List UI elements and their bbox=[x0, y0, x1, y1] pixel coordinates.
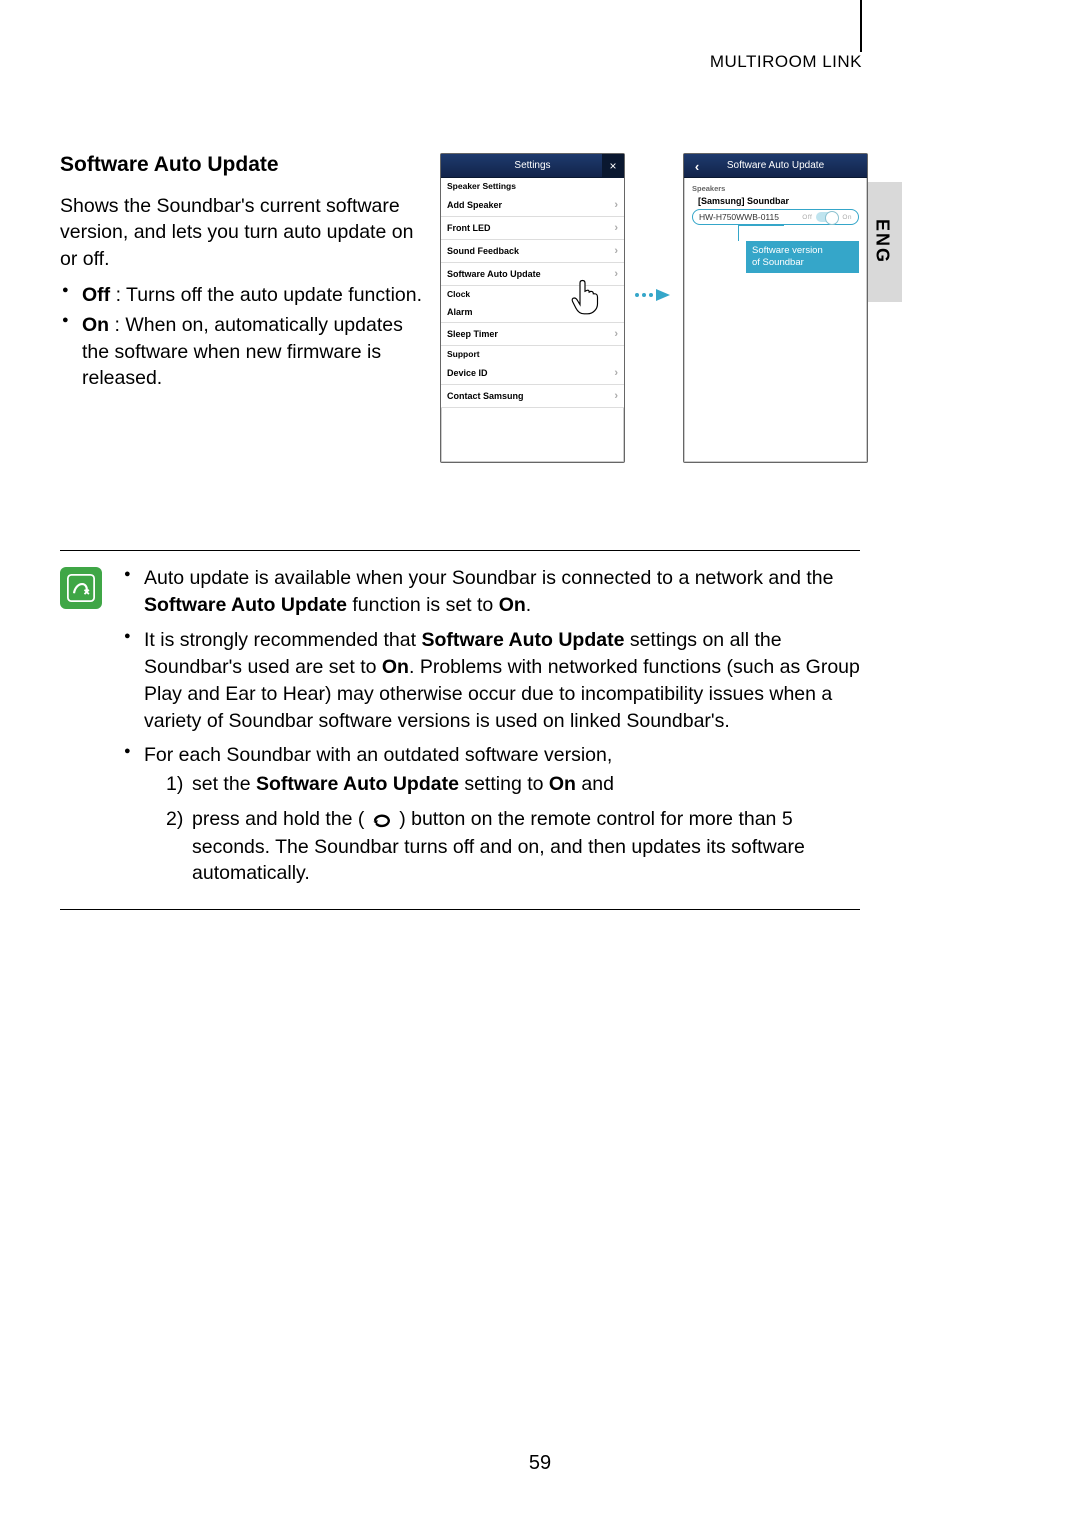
note-bold: Software Auto Update bbox=[144, 594, 347, 616]
arrow-right-icon bbox=[633, 283, 675, 307]
row-label: Front LED bbox=[447, 223, 491, 233]
note-sub-2: 2)press and hold the ( ) button on the r… bbox=[166, 806, 860, 887]
sau-device-name: [Samsung] Soundbar bbox=[688, 195, 863, 207]
chevron-right-icon: › bbox=[614, 268, 618, 280]
callout-box: Software version of Soundbar bbox=[746, 241, 859, 273]
row-sound-feedback[interactable]: Sound Feedback › bbox=[441, 240, 624, 263]
note-text: function is set to bbox=[347, 594, 499, 616]
language-tab: ENG bbox=[862, 182, 902, 302]
row-front-led[interactable]: Front LED › bbox=[441, 217, 624, 240]
toggle-off-label: Off bbox=[802, 214, 812, 221]
back-icon[interactable]: ‹ bbox=[688, 154, 706, 178]
row-device-id[interactable]: Device ID › bbox=[441, 362, 624, 385]
row-label: Software Auto Update bbox=[447, 269, 541, 279]
header-right-border bbox=[860, 0, 862, 52]
row-label: Alarm bbox=[447, 307, 473, 317]
bullet-on-label: On bbox=[82, 314, 109, 336]
chevron-right-icon: › bbox=[614, 328, 618, 340]
row-label: Contact Samsung bbox=[447, 391, 524, 401]
note-item-1: Auto update is available when your Sound… bbox=[122, 565, 860, 619]
note-bold: On bbox=[382, 656, 409, 678]
row-label: Device ID bbox=[447, 368, 488, 378]
note-text: press and hold the ( bbox=[192, 808, 370, 830]
repeat-icon bbox=[370, 807, 394, 834]
sau-header: ‹ Software Auto Update bbox=[684, 154, 867, 178]
note-sub-1: 1) set the Software Auto Update setting t… bbox=[166, 771, 860, 798]
row-sleep-timer[interactable]: Sleep Timer › bbox=[441, 323, 624, 346]
step-number: 2) bbox=[166, 806, 183, 833]
settings-section-speaker: Speaker Settings bbox=[441, 178, 624, 194]
note-text: For each Soundbar with an outdated softw… bbox=[144, 744, 612, 766]
note-text: and bbox=[576, 773, 614, 795]
note-icon bbox=[60, 567, 102, 609]
section-description: Shows the Soundbar's current software ve… bbox=[60, 193, 430, 272]
note-text: It is strongly recommended that bbox=[144, 629, 421, 651]
bullet-off-text: : Turns off the auto update function. bbox=[110, 284, 422, 306]
sau-title: Software Auto Update bbox=[727, 160, 824, 171]
settings-title: Settings bbox=[514, 160, 550, 171]
row-add-speaker[interactable]: Add Speaker › bbox=[441, 194, 624, 217]
bullet-off: Off : Turns off the auto update function… bbox=[60, 282, 430, 308]
note-item-3: For each Soundbar with an outdated softw… bbox=[122, 742, 860, 887]
note-item-2: It is strongly recommended that Software… bbox=[122, 627, 860, 735]
speakers-label: Speakers bbox=[692, 184, 859, 193]
callout-line2: of Soundbar bbox=[752, 257, 853, 269]
chevron-right-icon: › bbox=[614, 245, 618, 257]
note-box: Auto update is available when your Sound… bbox=[60, 550, 860, 910]
note-text: . bbox=[526, 594, 531, 616]
note-bold: Software Auto Update bbox=[256, 773, 459, 795]
note-bold: On bbox=[549, 773, 576, 795]
chevron-right-icon: › bbox=[614, 222, 618, 234]
software-auto-update-screen: ‹ Software Auto Update Speakers [Samsung… bbox=[683, 153, 868, 463]
toggle-switch[interactable] bbox=[816, 212, 838, 222]
row-label: Add Speaker bbox=[447, 200, 502, 210]
hand-pointer-icon bbox=[568, 278, 602, 318]
note-text: Auto update is available when your Sound… bbox=[144, 567, 833, 589]
settings-header: Settings × bbox=[441, 154, 624, 178]
chevron-right-icon: › bbox=[614, 199, 618, 211]
chevron-right-icon: › bbox=[614, 390, 618, 402]
row-contact-samsung[interactable]: Contact Samsung › bbox=[441, 385, 624, 408]
sau-version-text: HW-H750WWB-0115 bbox=[699, 212, 779, 222]
note-text: set the bbox=[192, 773, 256, 795]
section-header: MULTIROOM LINK bbox=[60, 52, 862, 78]
language-tab-label: ENG bbox=[872, 219, 893, 264]
row-label: Sleep Timer bbox=[447, 329, 498, 339]
toggle-on-label: On bbox=[842, 214, 852, 221]
note-text: setting to bbox=[459, 773, 549, 795]
bullet-on: On : When on, automatically updates the … bbox=[60, 312, 430, 391]
bullet-off-label: Off bbox=[82, 284, 110, 306]
step-number: 1) bbox=[166, 771, 183, 798]
callout-connector bbox=[738, 225, 784, 241]
close-icon[interactable]: × bbox=[602, 154, 624, 178]
sau-version-row[interactable]: HW-H750WWB-0115 Off On bbox=[692, 209, 859, 225]
note-bold: Software Auto Update bbox=[421, 629, 624, 651]
callout-line1: Software version bbox=[752, 245, 853, 257]
row-label: Sound Feedback bbox=[447, 246, 519, 256]
page-number: 59 bbox=[0, 1452, 1080, 1475]
bullet-on-text: : When on, automatically updates the sof… bbox=[82, 314, 403, 389]
chevron-right-icon: › bbox=[614, 367, 618, 379]
note-bold: On bbox=[499, 594, 526, 616]
settings-section-support: Support bbox=[441, 346, 624, 362]
